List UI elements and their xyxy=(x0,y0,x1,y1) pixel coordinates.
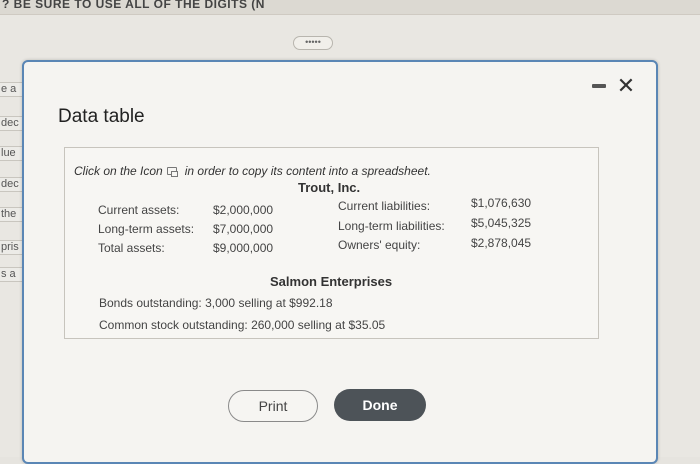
done-button[interactable]: Done xyxy=(334,389,426,421)
fragment-text: s a xyxy=(0,267,24,282)
print-button[interactable]: Print xyxy=(228,390,318,422)
asset-label: Total assets: xyxy=(98,241,165,255)
fragment-text: dec xyxy=(0,116,24,131)
fragment-text: e a xyxy=(0,82,24,97)
fragment-text: the xyxy=(0,207,24,222)
fragment-text: dec xyxy=(0,177,24,192)
asset-label: Current assets: xyxy=(98,203,180,217)
dialog-title: Data table xyxy=(58,106,145,127)
bonds-outstanding: Bonds outstanding: 3,000 selling at $992… xyxy=(99,296,333,310)
liability-label: Owners' equity: xyxy=(338,238,421,252)
fragment-text: pris xyxy=(0,240,24,255)
minimize-icon[interactable] xyxy=(592,84,606,88)
liability-value: $5,045,325 xyxy=(471,216,532,230)
copy-instruction: Click on the Icon in order to copy its co… xyxy=(74,164,431,178)
asset-label: Long-term assets: xyxy=(98,222,195,236)
liability-label: Current liabilities: xyxy=(338,199,431,213)
asset-value: $7,000,000 xyxy=(213,222,274,236)
common-stock-outstanding: Common stock outstanding: 260,000 sellin… xyxy=(99,318,386,332)
salmon-company-name: Salmon Enterprises xyxy=(270,274,393,289)
background-header-text: ? BE SURE TO USE ALL OF THE DIGITS (N xyxy=(2,0,265,11)
close-icon[interactable]: ✕ xyxy=(615,75,637,97)
liability-value: $1,076,630 xyxy=(471,196,532,210)
instruction-text-after: in order to copy its content into a spre… xyxy=(184,164,431,178)
expand-more-button[interactable]: ••••• xyxy=(293,36,333,50)
instruction-text-before: Click on the Icon xyxy=(74,164,163,178)
trout-company-name: Trout, Inc. xyxy=(298,180,361,195)
liability-label: Long-term liabilities: xyxy=(338,219,445,233)
copy-icon[interactable] xyxy=(166,167,178,177)
fragment-text: lue xyxy=(0,146,24,161)
liability-value: $2,878,045 xyxy=(471,236,532,250)
background-header: ? BE SURE TO USE ALL OF THE DIGITS (N xyxy=(0,0,700,15)
asset-value: $9,000,000 xyxy=(213,241,274,255)
asset-value: $2,000,000 xyxy=(213,203,274,217)
